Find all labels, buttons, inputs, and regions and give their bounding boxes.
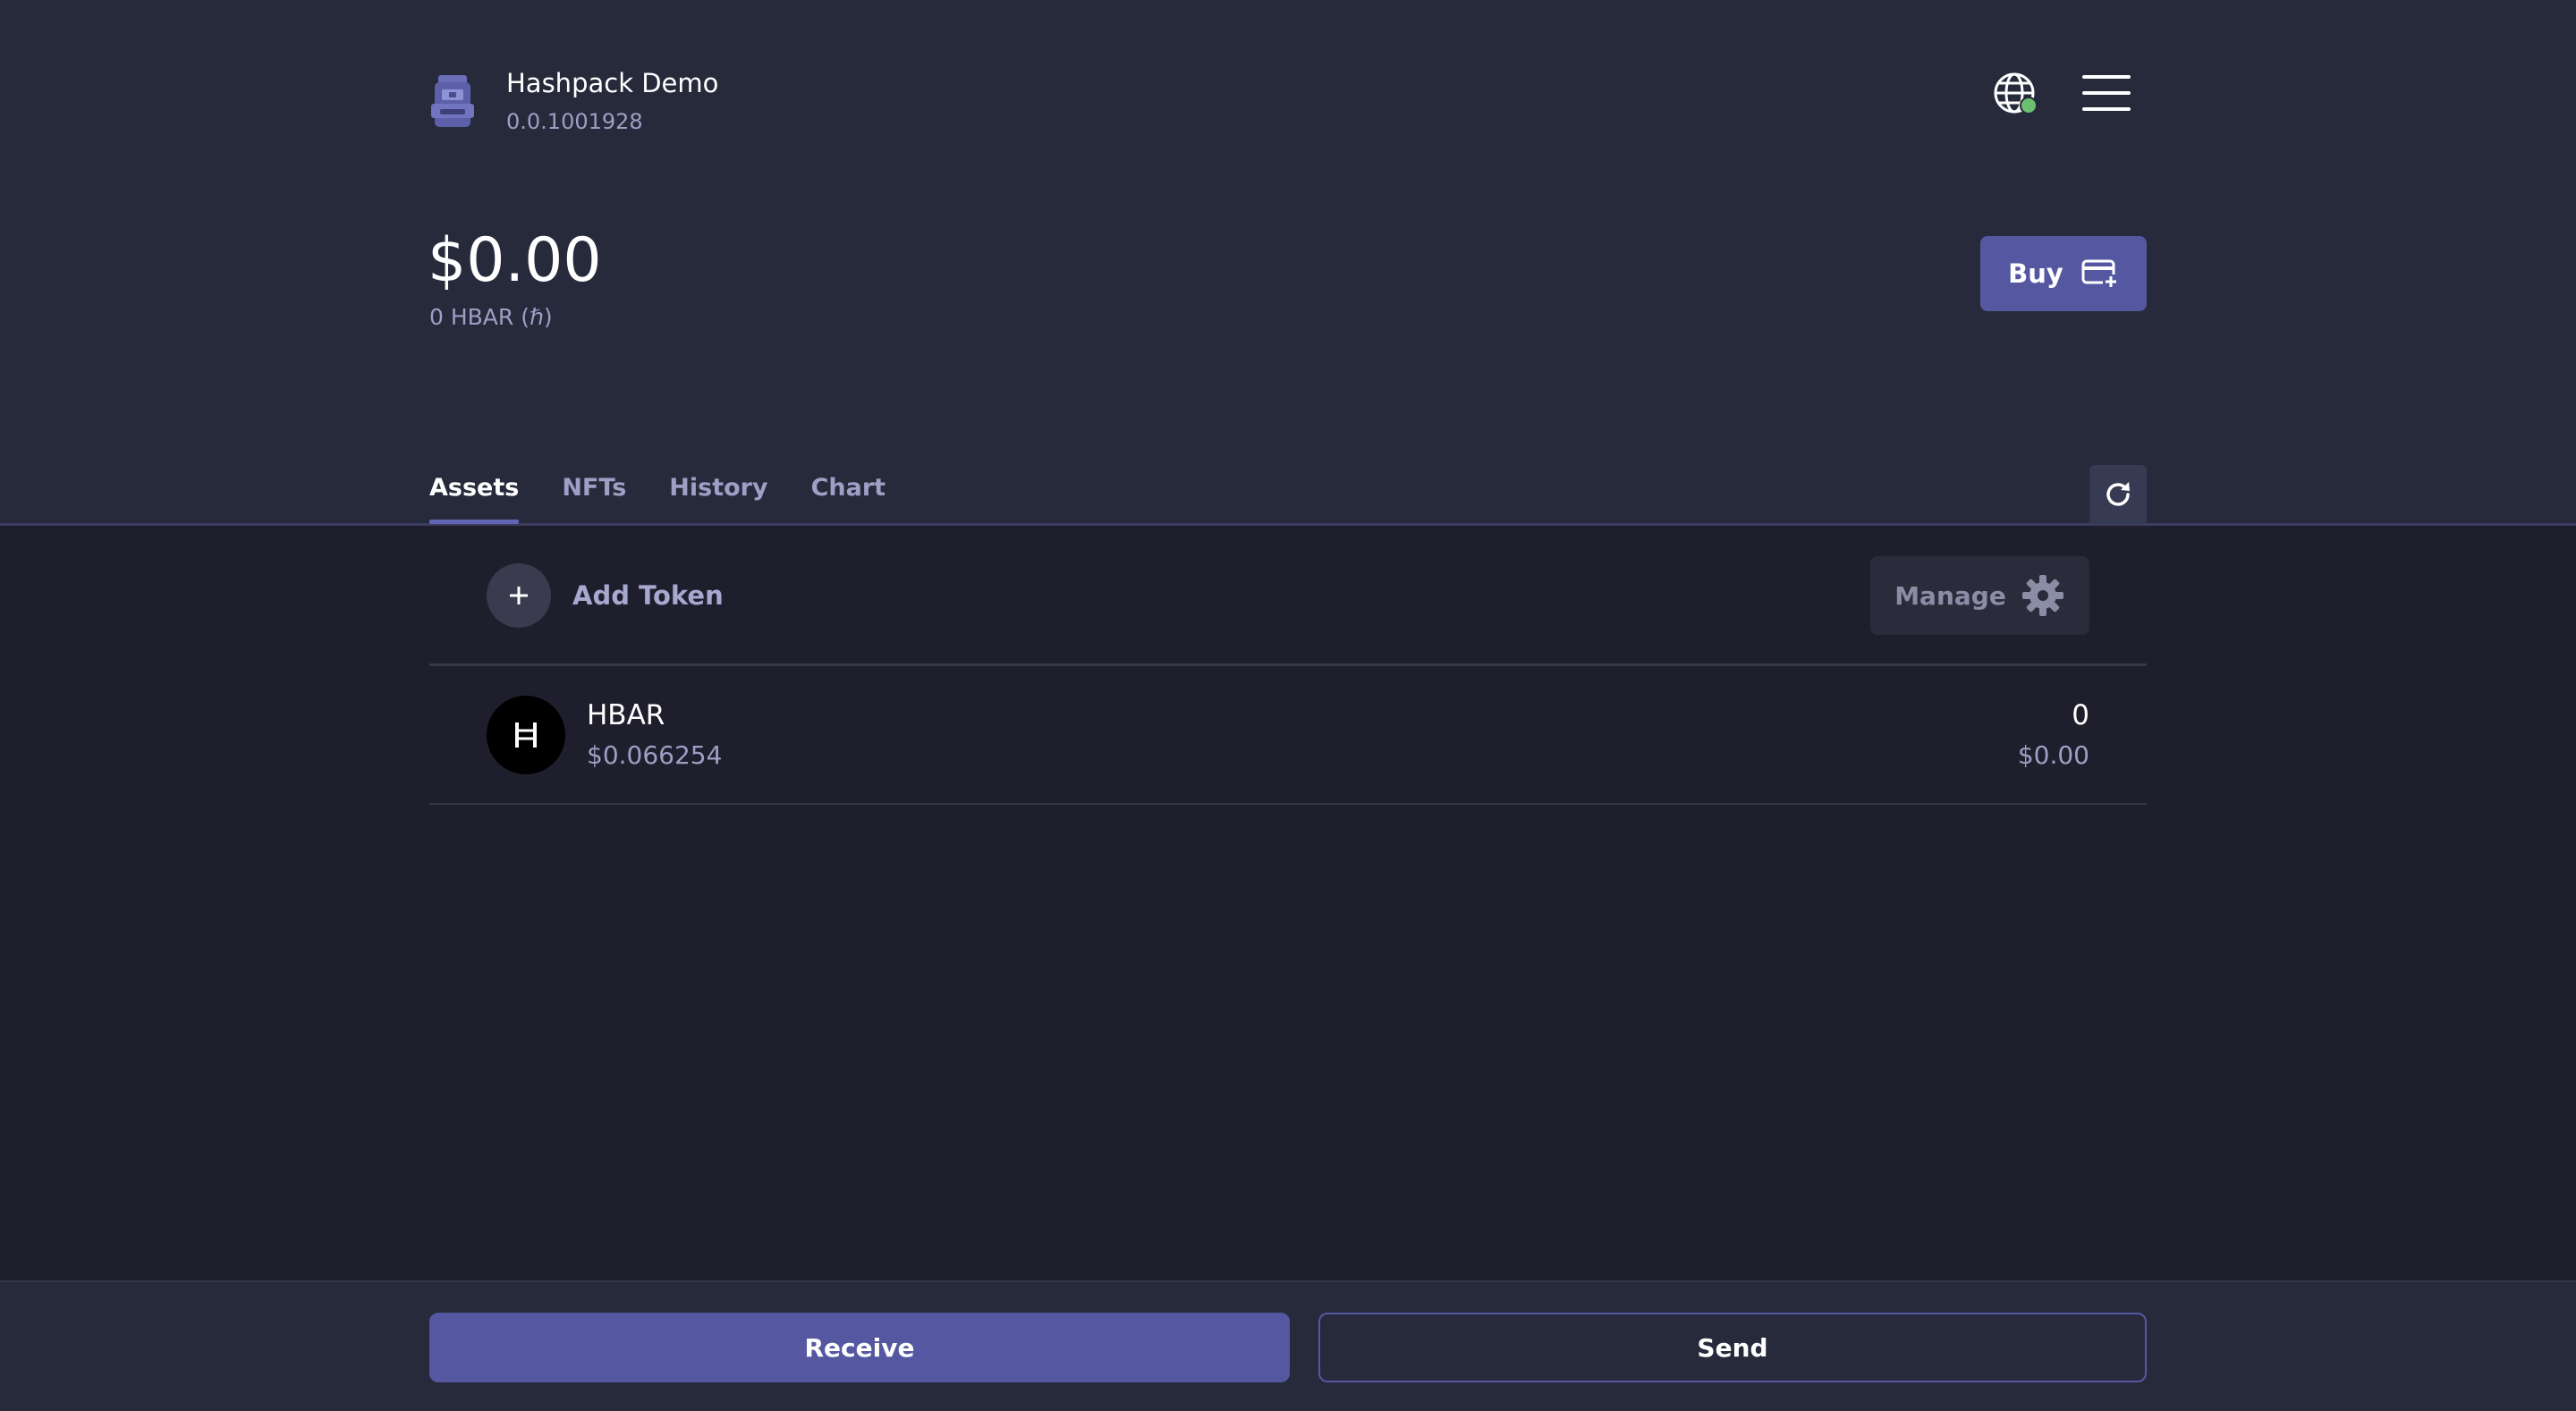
manage-button[interactable]: Manage: [1870, 556, 2089, 635]
manage-label: Manage: [1894, 580, 2006, 611]
token-value: $0.00: [2017, 740, 2089, 770]
backpack-icon: [431, 75, 474, 127]
globe-icon[interactable]: [1991, 70, 2041, 120]
bottom-action-bar: Receive Send: [0, 1280, 2576, 1411]
tab-history[interactable]: History: [669, 474, 767, 521]
tab-bar: Assets NFTs History Chart: [429, 474, 928, 524]
divider: [429, 803, 2147, 805]
gear-icon: [2021, 575, 2063, 616]
account-name: Hashpack Demo: [506, 68, 719, 98]
refresh-button[interactable]: [2089, 465, 2147, 524]
divider: [429, 663, 2147, 666]
buy-label: Buy: [2008, 258, 2063, 289]
balance-usd: $0.00: [428, 225, 602, 296]
balance-hbar: 0 HBAR (ℏ): [429, 304, 553, 330]
tab-assets[interactable]: Assets: [429, 474, 520, 524]
receive-button[interactable]: Receive: [429, 1313, 1290, 1382]
buy-button[interactable]: Buy: [1980, 236, 2147, 311]
add-token-button[interactable]: Add Token: [487, 563, 724, 628]
token-row-hbar[interactable]: HBAR $0.066254 0 $0.00: [429, 667, 2147, 803]
credit-card-plus-icon: [2081, 259, 2119, 289]
token-price: $0.066254: [587, 740, 723, 770]
account-info[interactable]: Hashpack Demo 0.0.1001928: [429, 68, 718, 134]
account-id: 0.0.1001928: [506, 109, 643, 134]
tab-chart[interactable]: Chart: [811, 474, 886, 521]
add-circle: [487, 563, 551, 628]
token-symbol: HBAR: [587, 699, 665, 731]
token-amount: 0: [2072, 699, 2089, 731]
tab-nfts[interactable]: NFTs: [562, 474, 626, 521]
refresh-icon: [2106, 482, 2130, 506]
send-button[interactable]: Send: [1318, 1313, 2147, 1382]
header-panel: Hashpack Demo 0.0.1001928 $0.00 0 HBAR (…: [0, 0, 2576, 526]
plus-icon: [510, 587, 528, 604]
hamburger-menu-icon[interactable]: [2082, 75, 2131, 113]
add-token-label: Add Token: [572, 580, 724, 611]
hbar-logo-icon: [487, 696, 565, 774]
